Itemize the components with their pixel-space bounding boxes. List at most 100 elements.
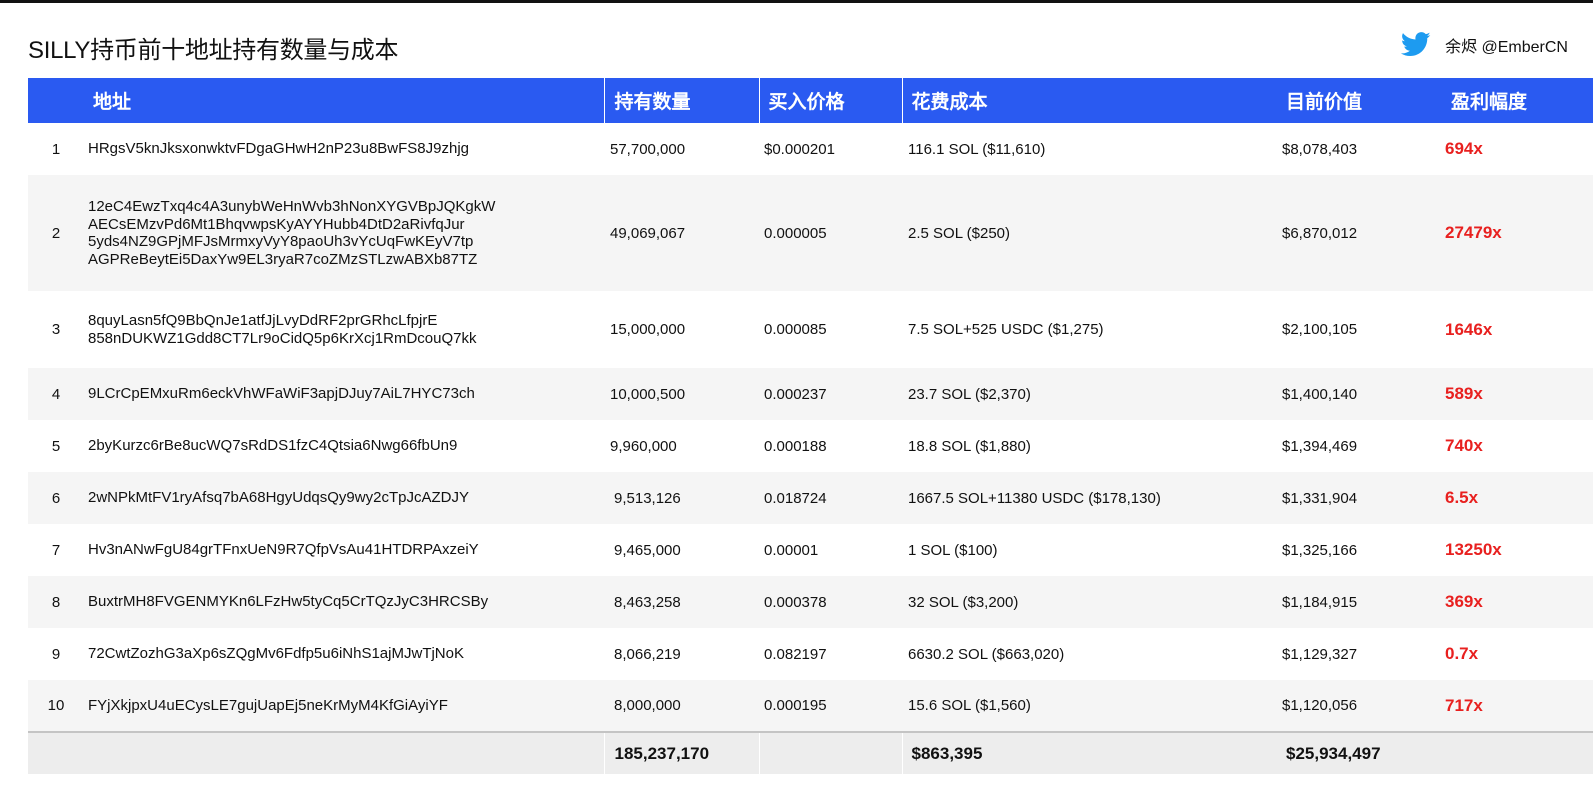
current-value-cell: $1,331,904: [1282, 489, 1358, 507]
address-cell: 8quyLasn5fQ9BbQnJe1atfJjLvyDdRF2prGRhcLf…: [84, 291, 604, 368]
header-cost: 花费成本: [901, 78, 1276, 123]
total-current-value: $25,934,497: [1276, 731, 1439, 774]
cost-cell: 6630.2 SOL ($663,020): [908, 645, 1065, 663]
cost-cell: 23.7 SOL ($2,370): [908, 385, 1031, 403]
current-value-cell: $8,078,403: [1282, 140, 1358, 158]
wallet-address[interactable]: AECsEMzvPd6Mt1BhqvwpsKyAYYHubb4DtD2aRivf…: [88, 216, 598, 234]
cost-cell: 1 SOL ($100): [908, 541, 998, 559]
table-row: 6 2wNPkMtFV1ryAfsq7bA68HgyUdqsQy9wy2cTpJc…: [28, 472, 1593, 524]
buy-price-cell: 0.000005: [764, 224, 827, 242]
current-value-cell: $1,325,166: [1282, 541, 1358, 559]
buy-price-cell: 0.000378: [764, 593, 827, 611]
cost-cell: 116.1 SOL ($11,610): [908, 140, 1046, 158]
total-cost: $863,395: [901, 731, 1276, 774]
amount-cell: 9,960,000: [610, 437, 677, 455]
table-row: 5 2byKurzc6rBe8ucWQ7sRdDS1fzC4Qtsia6Nwg66…: [28, 420, 1593, 472]
cost-cell: 2.5 SOL ($250): [908, 224, 1011, 242]
totals-rank-cell: [28, 731, 84, 774]
buy-price-cell: 0.00001: [764, 541, 819, 559]
top-border: [0, 0, 1593, 3]
wallet-address[interactable]: HRgsV5knJksxonwktvFDgaGHwH2nP23u8BwFS8J9…: [88, 140, 598, 158]
profit-multiple-cell: 27479x: [1445, 223, 1502, 242]
wallet-address[interactable]: 5yds4NZ9GPjMFJsMrmxyVyY8paoUh3vYcUqFwKEy…: [88, 233, 598, 251]
cost-cell: 15.6 SOL ($1,560): [908, 697, 1031, 714]
address-cell: 72CwtZozhG3aXp6sZQgMv6Fdfp5u6iNhS1ajMJwT…: [84, 628, 604, 680]
cost-cell: 32 SOL ($3,200): [908, 593, 1019, 611]
cost-cell: 18.8 SOL ($1,880): [908, 437, 1031, 455]
amount-cell: 8,066,219: [614, 645, 681, 663]
twitter-bird-icon: [1401, 32, 1431, 57]
wallet-address[interactable]: BuxtrMH8FVGENMYKn6LFzHw5tyCq5CrTQzJyC3HR…: [88, 593, 598, 611]
buy-price-cell: 0.018724: [764, 489, 827, 507]
totals-address-cell: [84, 731, 604, 774]
header-current-value: 目前价值: [1286, 92, 1363, 113]
amount-cell: 10,000,500: [610, 385, 686, 403]
table-row: 10 FYjXkjpxU4uECysLE7gujUapEj5neKrMyM4KfG…: [28, 680, 1593, 732]
current-value-cell: $6,870,012: [1282, 224, 1358, 242]
buy-price-cell: 0.000085: [764, 321, 827, 338]
rank-cell: 7: [51, 541, 61, 559]
table-row: 3 8quyLasn5fQ9BbQnJe1atfJjLvyDdRF2prGRhcL…: [28, 291, 1593, 368]
amount-cell: 49,069,067: [610, 224, 686, 242]
address-cell: 9LCrCpEMxuRm6eckVhWFaWiF3apjDJuy7AiL7HYC…: [84, 368, 604, 420]
current-value-cell: $1,184,915: [1282, 593, 1358, 611]
amount-cell: 15,000,000: [610, 321, 686, 338]
table-row: 4 9LCrCpEMxuRm6eckVhWFaWiF3apjDJuy7AiL7HY…: [28, 368, 1593, 420]
rank-cell: 6: [51, 489, 61, 507]
wallet-address[interactable]: Hv3nANwFgU84grTFnxUeN9R7QfpVsAu41HTDRPAx…: [88, 541, 598, 559]
total-amount: 185,237,170: [603, 731, 759, 774]
address-cell: 12eC4EwzTxq4c4A3unybWeHnWvb3hNonXYGVBpJQ…: [84, 175, 604, 291]
author-credit: 余烬 @EmberCN: [1401, 32, 1568, 57]
table-row: 9 72CwtZozhG3aXp6sZQgMv6Fdfp5u6iNhS1ajMJw…: [28, 628, 1593, 680]
header-buy-price: 买入价格: [758, 78, 902, 123]
profit-multiple-cell: 740x: [1445, 436, 1483, 455]
rank-cell: 10: [47, 697, 65, 714]
header-amount: 持有数量: [603, 78, 759, 123]
holders-table: 地址 持有数量 买入价格 花费成本 目前价值 盈利幅度 1 HRgsV5knJks…: [28, 78, 1593, 774]
buy-price-cell: 0.000237: [764, 385, 827, 403]
table-row: 2 12eC4EwzTxq4c4A3unybWeHnWvb3hNonXYGVBpJ…: [28, 175, 1593, 291]
wallet-address[interactable]: 72CwtZozhG3aXp6sZQgMv6Fdfp5u6iNhS1ajMJwT…: [88, 645, 598, 663]
table-header-row: 地址 持有数量 买入价格 花费成本 目前价值 盈利幅度: [28, 78, 1593, 123]
address-cell: HRgsV5knJksxonwktvFDgaGHwH2nP23u8BwFS8J9…: [84, 123, 604, 175]
address-cell: 2wNPkMtFV1ryAfsq7bA68HgyUdqsQy9wy2cTpJcA…: [84, 472, 604, 524]
wallet-address[interactable]: 12eC4EwzTxq4c4A3unybWeHnWvb3hNonXYGVBpJQ…: [88, 198, 598, 216]
rank-cell: 3: [51, 321, 61, 338]
buy-price-cell: 0.000188: [764, 437, 827, 455]
table-row: 7 Hv3nANwFgU84grTFnxUeN9R7QfpVsAu41HTDRPA…: [28, 524, 1593, 576]
totals-profit-cell: [1439, 731, 1593, 774]
amount-cell: 9,513,126: [614, 489, 681, 507]
buy-price-cell: $0.000201: [764, 140, 835, 158]
amount-cell: 9,465,000: [614, 541, 681, 559]
author-handle: 余烬 @EmberCN: [1445, 38, 1568, 56]
wallet-address[interactable]: AGPReBeytEi5DaxYw9EL3ryaR7coZMzSTLzwABXb…: [88, 251, 598, 269]
rank-cell: 8: [51, 593, 61, 611]
table-row: 8 BuxtrMH8FVGENMYKn6LFzHw5tyCq5CrTQzJyC3H…: [28, 576, 1593, 628]
profit-multiple-cell: 6.5x: [1445, 488, 1479, 507]
profit-multiple-cell: 13250x: [1445, 540, 1502, 559]
wallet-address[interactable]: 2byKurzc6rBe8ucWQ7sRdDS1fzC4Qtsia6Nwg66f…: [88, 437, 598, 455]
current-value-cell: $1,394,469: [1282, 437, 1358, 455]
header-address: 地址: [93, 92, 132, 113]
header-profit-multiple: 盈利幅度: [1451, 92, 1528, 113]
address-cell: FYjXkjpxU4uECysLE7gujUapEj5neKrMyM4KfGiA…: [84, 680, 604, 732]
rank-cell: 4: [51, 385, 61, 403]
amount-cell: 57,700,000: [610, 140, 686, 158]
cost-cell: 1667.5 SOL+11380 USDC ($178,130): [908, 489, 1161, 507]
profit-multiple-cell: 717x: [1445, 695, 1483, 715]
wallet-address[interactable]: FYjXkjpxU4uECysLE7gujUapEj5neKrMyM4KfGiA…: [88, 697, 598, 715]
wallet-address[interactable]: 8quyLasn5fQ9BbQnJe1atfJjLvyDdRF2prGRhcLf…: [88, 312, 598, 330]
buy-price-cell: 0.082197: [764, 645, 827, 663]
current-value-cell: $1,400,140: [1282, 385, 1358, 403]
current-value-cell: $2,100,105: [1282, 321, 1358, 338]
buy-price-cell: 0.000195: [764, 697, 827, 714]
amount-cell: 8,463,258: [614, 593, 681, 611]
wallet-address[interactable]: 858nDUKWZ1Gdd8CT7Lr9oCidQ5p6KrXcj1RmDcou…: [88, 330, 598, 348]
rank-cell: 5: [51, 437, 61, 455]
address-cell: Hv3nANwFgU84grTFnxUeN9R7QfpVsAu41HTDRPAx…: [84, 524, 604, 576]
totals-row: 185,237,170 $863,395 $25,934,497: [28, 731, 1593, 774]
wallet-address[interactable]: 9LCrCpEMxuRm6eckVhWFaWiF3apjDJuy7AiL7HYC…: [88, 385, 598, 403]
wallet-address[interactable]: 2wNPkMtFV1ryAfsq7bA68HgyUdqsQy9wy2cTpJcA…: [88, 489, 598, 507]
page-title: SILLY持币前十地址持有数量与成本: [28, 37, 399, 64]
cost-cell: 7.5 SOL+525 USDC ($1,275): [908, 321, 1104, 338]
